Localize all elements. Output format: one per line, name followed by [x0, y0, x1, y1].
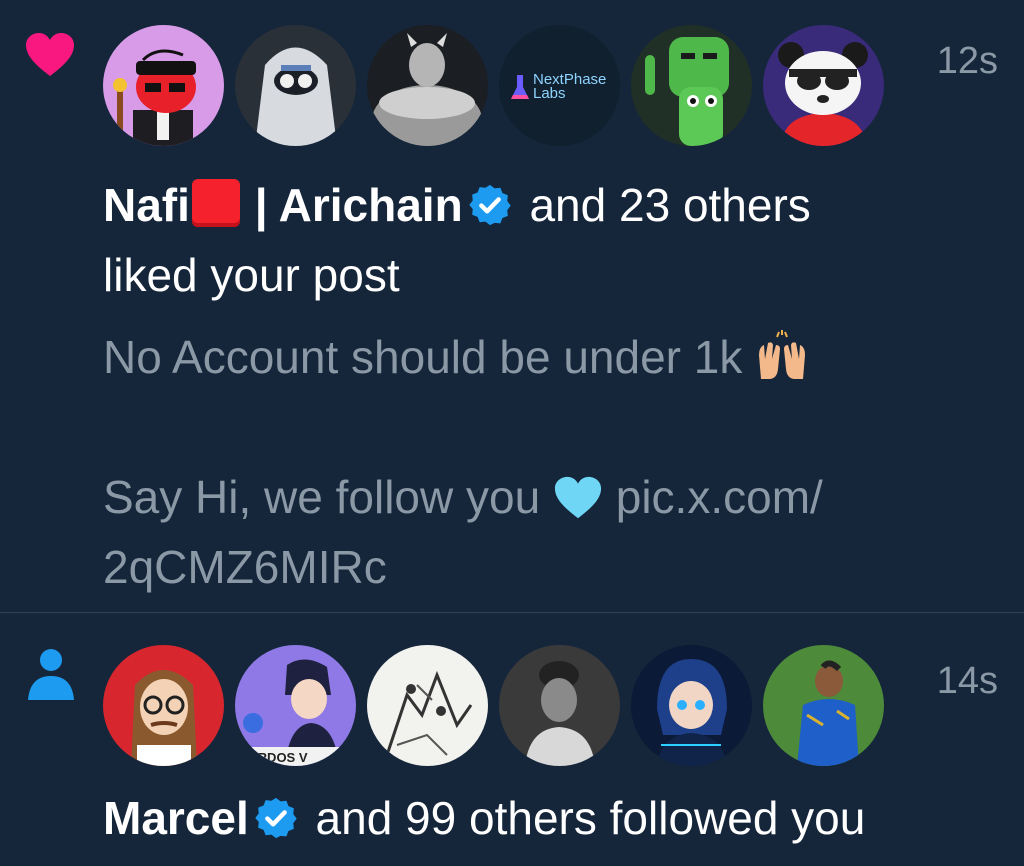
post-text-line-1: No Account should be under 1k: [103, 331, 743, 383]
post-link-continued[interactable]: 2qCMZ6MIRc: [103, 532, 983, 602]
post-line: Say Hi, we follow you pic.x.com/: [103, 462, 983, 532]
follower-avatars: ERDOS V: [103, 645, 884, 766]
post-text-line-3: Say Hi, we follow you: [103, 471, 541, 523]
heart-icon: [26, 33, 74, 76]
verified-badge-icon: [468, 184, 511, 226]
post-line: No Account should be under 1k: [103, 322, 983, 392]
avatar-sketch-art[interactable]: [367, 645, 488, 766]
actor-name-suffix[interactable]: | Arichain: [255, 179, 463, 231]
actor-name[interactable]: Nafi: [103, 179, 190, 231]
verified-badge-icon: [255, 797, 297, 839]
notification-headline[interactable]: Nafi | Arichain and 23 others liked your…: [103, 170, 1003, 310]
post-link[interactable]: pic.x.com/: [616, 471, 823, 523]
avatar-anime-boy[interactable]: ERDOS V: [235, 645, 356, 766]
headline-rest: and 99 others followed you: [315, 792, 866, 844]
light-blue-heart-emoji-icon: [554, 476, 602, 519]
avatar-glasses-man[interactable]: [103, 645, 224, 766]
avatar-muscle-figure[interactable]: [367, 25, 488, 146]
person-icon: [28, 649, 74, 700]
avatar-panda[interactable]: [763, 25, 884, 146]
avatar-red-character[interactable]: [103, 25, 224, 146]
headline-action: liked your post: [103, 249, 400, 301]
raising-hands-emoji-icon: [759, 330, 806, 379]
avatar-cricketer[interactable]: [763, 645, 884, 766]
notification-headline[interactable]: Marcel and 99 others followed you: [103, 783, 1003, 853]
liker-avatars: NextPhase Labs: [103, 25, 884, 146]
notification-time: 12s: [936, 40, 998, 82]
nextphase-logo-subtext: Labs: [533, 85, 566, 102]
avatar-nextphase-labs[interactable]: NextPhase Labs: [499, 25, 620, 146]
post-blank-line: [103, 392, 983, 462]
avatar-hooded-figure[interactable]: [235, 25, 356, 146]
actor-name[interactable]: Marcel: [103, 792, 249, 844]
red-square-emoji: [191, 179, 240, 227]
avatar-caption: ERDOS V: [249, 750, 308, 765]
avatar-anime-blue[interactable]: [631, 645, 752, 766]
like-notification[interactable]: NextPhase Labs 12s Nafi | Arichain and 2…: [0, 0, 1024, 613]
liked-post-preview[interactable]: No Account should be under 1k Say Hi, we…: [103, 322, 983, 602]
headline-rest: and 23 others: [529, 179, 811, 231]
notification-time: 14s: [936, 660, 998, 702]
avatar-green-frogs[interactable]: [631, 25, 752, 146]
avatar-woman-bw[interactable]: [499, 645, 620, 766]
